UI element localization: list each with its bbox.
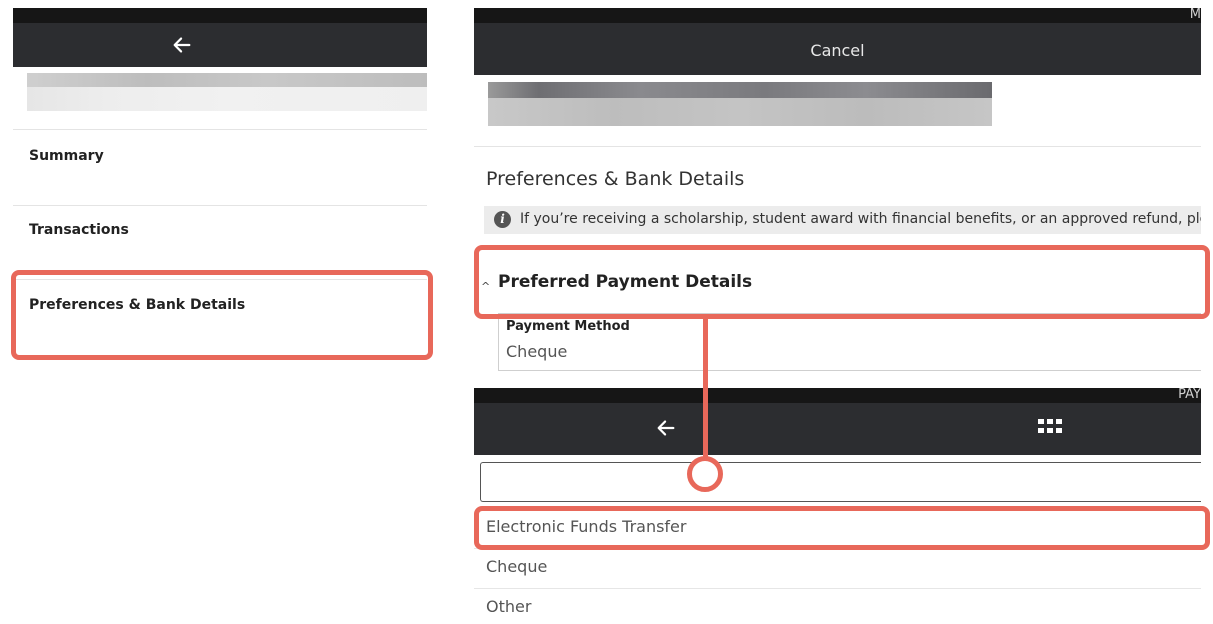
status-strip: PAY bbox=[474, 388, 1201, 403]
left-nav-bar bbox=[13, 23, 427, 67]
search-input[interactable] bbox=[480, 462, 1201, 502]
nav-item-summary[interactable]: Summary bbox=[29, 148, 104, 164]
redacted-details bbox=[27, 87, 427, 111]
option-cheque[interactable]: Cheque bbox=[486, 557, 547, 576]
status-strip bbox=[13, 8, 427, 23]
info-banner: i If you’re receiving a scholarship, stu… bbox=[484, 206, 1201, 234]
divider bbox=[474, 146, 1201, 147]
back-arrow-icon[interactable] bbox=[171, 34, 193, 56]
connector-line bbox=[703, 318, 708, 463]
highlight-preferred-payment bbox=[474, 245, 1210, 319]
highlight-preferences-nav bbox=[11, 270, 433, 360]
cancel-button[interactable]: Cancel bbox=[474, 41, 1201, 60]
divider bbox=[13, 129, 427, 130]
payment-method-field[interactable]: Payment Method Cheque bbox=[498, 313, 1201, 371]
tap-indicator bbox=[687, 456, 723, 492]
payment-method-value: Cheque bbox=[506, 342, 568, 361]
strip-text: M bbox=[1189, 8, 1201, 22]
option-other[interactable]: Other bbox=[486, 597, 531, 616]
highlight-eft-option bbox=[474, 506, 1210, 550]
info-icon: i bbox=[494, 211, 511, 228]
divider bbox=[474, 588, 1201, 589]
preferences-panel: M Cancel Preferences & Bank Details i If… bbox=[474, 8, 1201, 386]
divider bbox=[13, 205, 427, 206]
page-title: Preferences & Bank Details bbox=[486, 168, 745, 190]
redacted-account-details bbox=[488, 98, 992, 126]
status-strip: M bbox=[474, 8, 1201, 23]
picker-nav-bar bbox=[474, 403, 1201, 455]
info-text: If you’re receiving a scholarship, stude… bbox=[520, 211, 1201, 227]
grid-icon[interactable] bbox=[1037, 418, 1063, 438]
redacted-account-name bbox=[488, 82, 992, 98]
nav-item-transactions[interactable]: Transactions bbox=[29, 222, 129, 238]
back-arrow-icon[interactable] bbox=[655, 417, 677, 439]
strip-text: PAY bbox=[1178, 388, 1201, 402]
redacted-name bbox=[27, 73, 427, 87]
payment-method-label: Payment Method bbox=[506, 319, 630, 334]
